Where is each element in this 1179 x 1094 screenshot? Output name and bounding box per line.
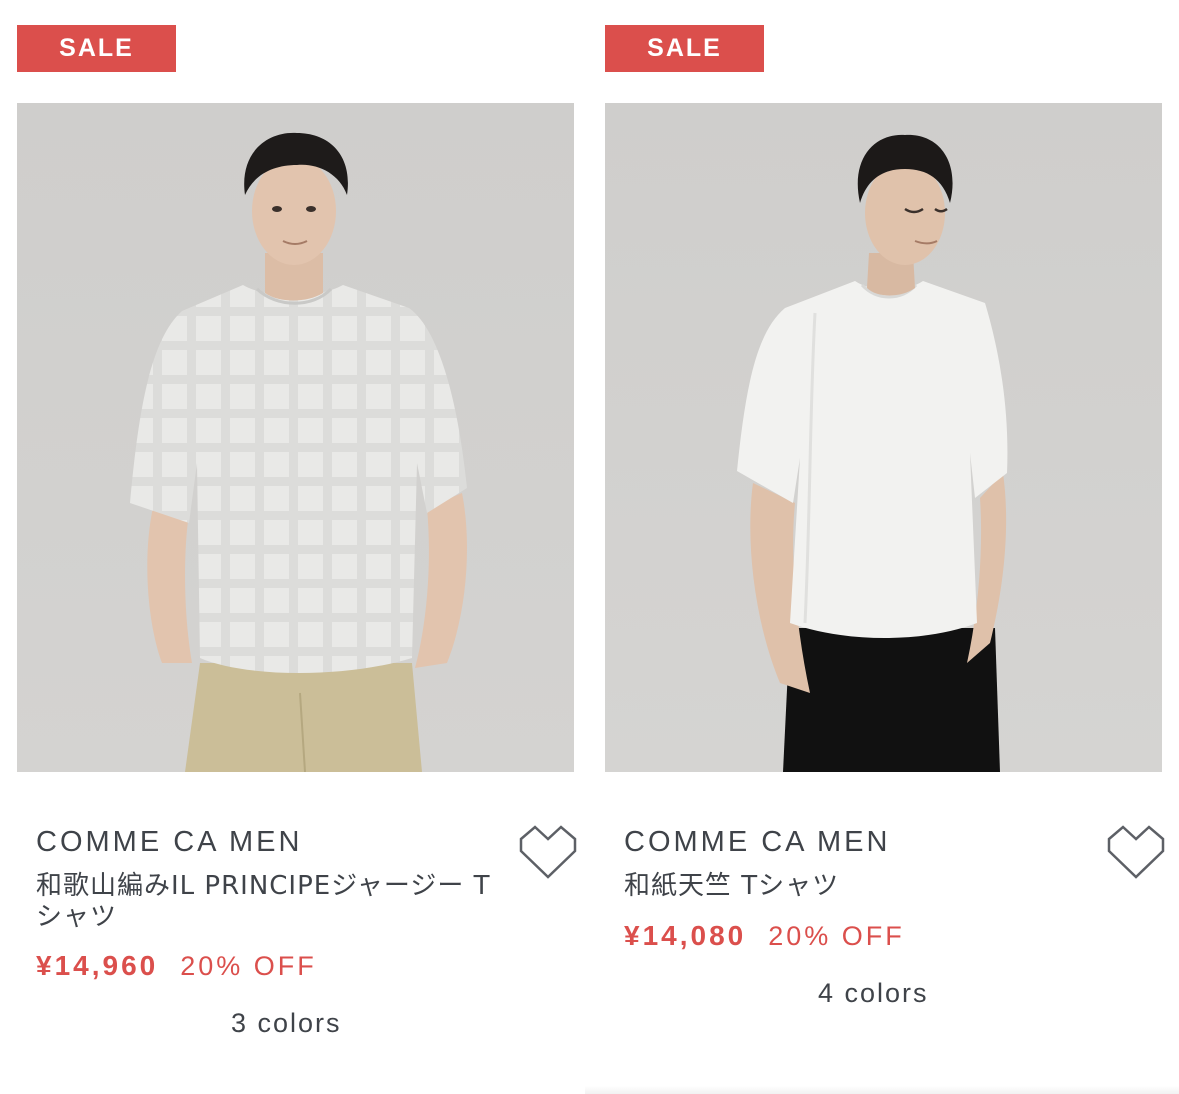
product-card[interactable]: SALE (605, 0, 1165, 1094)
product-name[interactable]: 和歌山編みIL PRINCIPEジャージー Tシャツ (36, 871, 506, 933)
next-card-edge (585, 1086, 1179, 1094)
color-count[interactable]: 3 colors (231, 1008, 342, 1039)
product-card[interactable]: SALE (17, 0, 577, 1094)
favorite-button[interactable] (518, 824, 578, 880)
heart-outline-icon (519, 825, 577, 879)
favorite-button[interactable] (1106, 824, 1166, 880)
price-row: ¥14,960 20% OFF (36, 950, 317, 982)
discount-label: 20% OFF (180, 951, 317, 981)
brand-name: COMME CA MEN (624, 826, 891, 858)
color-count[interactable]: 4 colors (818, 978, 929, 1009)
sale-badge: SALE (605, 25, 764, 72)
sale-price: ¥14,080 (624, 920, 747, 951)
product-name[interactable]: 和紙天竺 Tシャツ (624, 871, 1094, 902)
product-image[interactable] (17, 103, 574, 772)
heart-outline-icon (1107, 825, 1165, 879)
sale-price: ¥14,960 (36, 950, 159, 981)
price-row: ¥14,080 20% OFF (624, 920, 905, 952)
discount-label: 20% OFF (768, 921, 905, 951)
product-image[interactable] (605, 103, 1162, 772)
brand-name: COMME CA MEN (36, 826, 303, 858)
sale-badge: SALE (17, 25, 176, 72)
